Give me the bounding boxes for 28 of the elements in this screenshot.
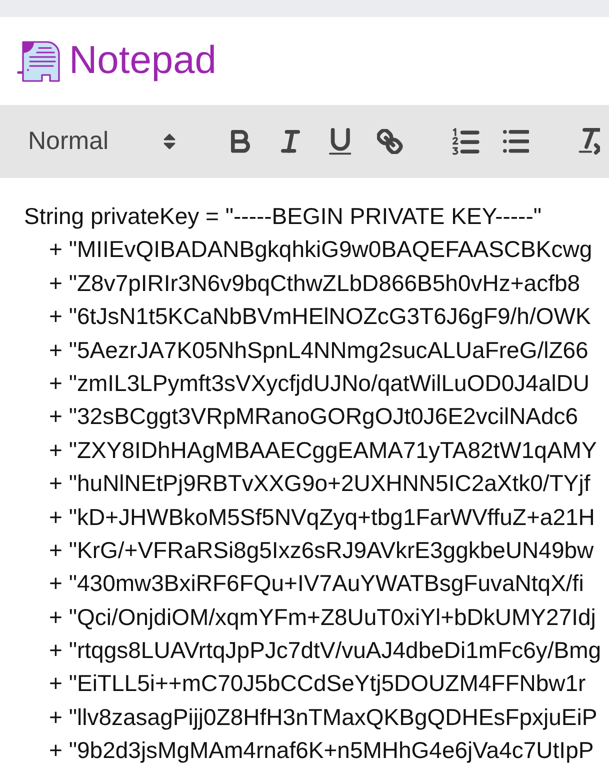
link-icon[interactable] (377, 128, 403, 154)
code-line: + "MIIEvQIBADANBgkqhkiG9w0BAQEFAASCBKcwg (48, 235, 594, 264)
code-line: + "430mw3BxiRF6FQu+IV7AuYWATBsgFuvaNtqX/fi (48, 569, 585, 598)
numbered-list-icon[interactable] (452, 128, 480, 156)
clear-formatting-icon[interactable] (578, 128, 600, 155)
up-down-arrows-icon[interactable] (163, 133, 176, 150)
code-line: String privateKey = "-----BEGIN PRIVATE KEY-----" (24, 202, 543, 231)
code-line: + "kD+JHWBkoM5Sf5NVqZyq+tbg1FarWVffuZ+a21H (48, 502, 596, 532)
code-line: + "Z8v7pIRIr3N6v9bqCthwZLbD866B5h0vHz+acfb8 (48, 268, 582, 298)
app-title: Notepad (69, 40, 216, 82)
code-line: + "6tJsN1t5KCaNbBVmHElNOZcG3T6J6gF9/h/OWK (48, 302, 592, 332)
bold-icon[interactable] (230, 130, 250, 153)
code-line: + "KrG/+VFRaRSi8g5Ixz6sRJ9AVkrE3ggkbeUN49bw (48, 536, 595, 565)
bullet-list-icon[interactable] (502, 130, 530, 153)
code-line: + "5AezrJA7K05NhSpnL4NNmg2sucALUaFreG/lZ66 (48, 336, 590, 365)
code-line: + "32sBCggt3VRpMRanoGORgOJt0J6E2vcilNAdc6 (48, 402, 580, 432)
format-select[interactable]: Normal (20, 120, 185, 164)
code-line: + "zmIL3LPymft3sVXycfjdUJNo/qatWilLuOD0J4alDU (48, 368, 591, 398)
elephant-notepad-logo-icon (17, 40, 61, 82)
code-line: + "9b2d3jsMgMAm4rnaf6K+n5MHhG4e6jVa4c7UtIpP (48, 736, 595, 766)
code-line: + "EiTLL5i++mC70J5bCCdSeYtj5DOUZM4FFNbw1r (48, 669, 587, 698)
italic-icon[interactable] (280, 130, 300, 153)
underline-icon[interactable] (328, 128, 352, 155)
code-line: + "huNlNEtPj9RBTvXXG9o+2UXHNN5IC2aXtk0/TYjf (48, 469, 592, 498)
code-line: + "llv8zasagPijj0Z8HfH3nTMaxQKBgQDHEsFpxjuEiP (48, 702, 598, 732)
code-line: + "ZXY8IDhHAgMBAAECggEAMA71yTA82tW1qAMY (48, 436, 598, 465)
code-line: + "Qci/OnjdiOM/xqmYFm+Z8UuT0xiYl+bDkUMY27Idj (48, 602, 597, 632)
code-line: + "rtqgs8LUAVrtqJpPJc7dtV/vuAJ4dbeDi1mFc6y/Bmg (48, 636, 602, 666)
